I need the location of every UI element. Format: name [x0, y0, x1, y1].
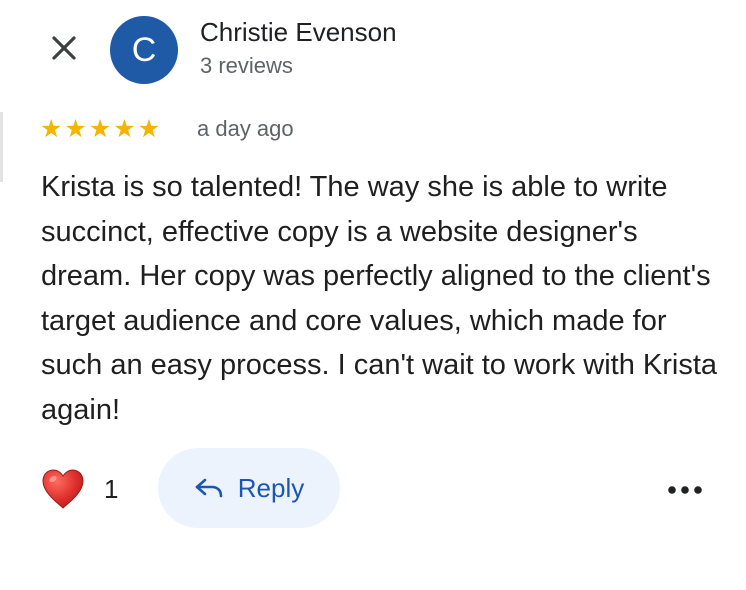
avatar-letter: C	[131, 30, 157, 69]
like-button[interactable]: 1	[40, 466, 118, 512]
author-review-count: 3 reviews	[200, 53, 293, 78]
more-horizontal-icon	[668, 486, 702, 494]
close-button[interactable]	[44, 28, 84, 68]
review-date: a day ago	[197, 116, 294, 141]
more-options-button[interactable]	[660, 470, 710, 510]
reply-label: Reply	[237, 472, 305, 503]
star-rating: ★ ★ ★ ★ ★	[40, 114, 160, 144]
like-count: 1	[104, 473, 119, 504]
heart-icon	[42, 469, 84, 509]
close-icon	[52, 36, 76, 60]
star-icon: ★	[137, 114, 161, 143]
avatar[interactable]: C	[110, 16, 178, 84]
star-icon: ★	[64, 114, 87, 143]
author-name[interactable]: Christie Evenson	[200, 17, 397, 48]
panel-edge	[0, 112, 3, 182]
star-icon: ★	[88, 114, 112, 143]
star-icon: ★	[113, 114, 136, 143]
review-text: Krista is so talented! The way she is ab…	[41, 171, 718, 426]
star-icon: ★	[40, 114, 63, 143]
reply-button[interactable]: Reply	[158, 448, 340, 528]
reply-arrow-icon	[195, 478, 223, 498]
